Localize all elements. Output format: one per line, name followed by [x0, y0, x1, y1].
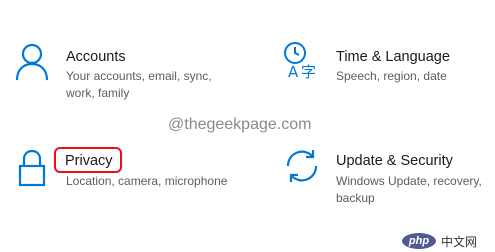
svg-text:字: 字: [301, 63, 316, 80]
php-badge-label: 中文网: [441, 234, 478, 249]
tile-title: Accounts: [66, 49, 126, 65]
privacy-highlight-box: [54, 147, 122, 173]
tile-description: Your accounts, email, sync, work, family: [66, 69, 212, 100]
time-language-icon: A 字: [282, 40, 322, 80]
php-watermark-badge: php 中文网: [402, 230, 495, 252]
tile-description: Speech, region, date: [336, 69, 447, 83]
watermark-text: @thegeekpage.com: [168, 116, 312, 133]
tile-description: Location, camera, microphone: [66, 174, 228, 188]
settings-tile-time-language[interactable]: A 字 Time & Language Speech, region, date: [270, 0, 490, 110]
tile-title: Time & Language: [336, 49, 450, 65]
settings-tile-accounts[interactable]: Accounts Your accounts, email, sync, wor…: [0, 0, 240, 110]
tile-description: Windows Update, recovery, backup: [336, 174, 482, 205]
settings-tile-update-security[interactable]: Update & Security Windows Update, recove…: [270, 130, 490, 210]
update-sync-icon: [282, 146, 322, 186]
person-icon: [12, 42, 52, 82]
php-logo: php: [402, 233, 436, 249]
lock-icon: [12, 148, 52, 188]
tile-title: Update & Security: [336, 153, 453, 169]
svg-text:A: A: [288, 63, 299, 80]
